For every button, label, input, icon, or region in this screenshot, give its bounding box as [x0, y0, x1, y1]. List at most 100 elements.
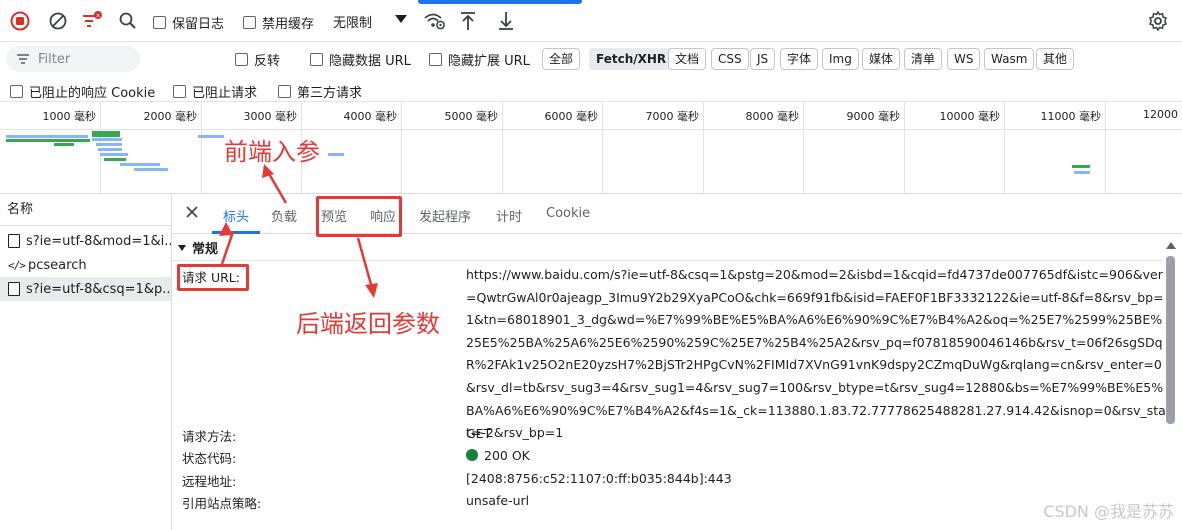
- throttle-select[interactable]: 无限制: [327, 9, 411, 33]
- filter-lines-icon: [17, 54, 29, 64]
- preserve-log-checkbox[interactable]: 保留日志: [153, 13, 224, 32]
- hide-data-url-checkbox[interactable]: 隐藏数据 URL: [310, 50, 411, 69]
- overview-tick-label: 2000 毫秒: [143, 110, 198, 123]
- invert-check[interactable]: [235, 53, 248, 66]
- preserve-log-check[interactable]: [153, 16, 166, 29]
- type-button-js[interactable]: JS: [750, 48, 776, 70]
- disable-cache-checkbox[interactable]: 禁用缓存: [243, 13, 314, 32]
- active-tab-indicator: [212, 231, 260, 234]
- overview-mark: [328, 153, 344, 156]
- request-row[interactable]: s?ie=utf-8&mod=1&i...: [0, 229, 171, 253]
- type-button-css[interactable]: CSS: [711, 48, 749, 70]
- overview-column: 5000 毫秒: [402, 102, 503, 193]
- overview-column: 6000 毫秒: [503, 102, 603, 193]
- general-section-title: 常规: [192, 242, 219, 257]
- request-details: 标头 负载 预览 响应 发起程序 计时 Cookie 常规 请求 URL: ht…: [172, 194, 1182, 530]
- disable-cache-check[interactable]: [243, 16, 256, 29]
- status-code: 200 OK: [466, 448, 530, 463]
- gear-icon[interactable]: [1146, 9, 1170, 33]
- request-list-header[interactable]: 名称: [0, 194, 171, 226]
- preserve-log-label: 保留日志: [172, 17, 225, 32]
- overview-tick-label: 12000: [1143, 108, 1178, 121]
- hide-ext-url-check[interactable]: [429, 53, 442, 66]
- third-party-label: 第三方请求: [297, 86, 363, 101]
- type-button-all[interactable]: 全部: [542, 48, 581, 70]
- scroll-up-icon[interactable]: [1166, 242, 1176, 249]
- blocked-cookies-check[interactable]: [10, 85, 23, 98]
- hide-data-url-check[interactable]: [310, 53, 323, 66]
- document-icon: [8, 282, 20, 296]
- details-scrollbar[interactable]: [1164, 238, 1178, 530]
- blocked-requests-checkbox[interactable]: 已阻止请求: [173, 82, 257, 101]
- filter-input[interactable]: Filter: [6, 46, 140, 72]
- overview-column: 8000 毫秒: [704, 102, 804, 193]
- annotation-front-params: 前端入参: [224, 138, 320, 166]
- tab-timing[interactable]: 计时: [496, 206, 522, 225]
- overview-column: 12000: [1106, 102, 1182, 193]
- filter-placeholder: Filter: [38, 51, 71, 67]
- import-har-icon[interactable]: [456, 9, 480, 33]
- filter-icon[interactable]: ×: [80, 9, 104, 33]
- options-toolbar: 已阻止的响应 Cookie 已阻止请求 第三方请求: [0, 76, 1182, 102]
- tab-cookies[interactable]: Cookie: [546, 206, 590, 221]
- type-button-other[interactable]: 其他: [1036, 48, 1075, 70]
- remote-address-key: 远程地址:: [182, 474, 237, 489]
- fetch-icon: </>: [8, 258, 26, 272]
- request-list: 名称 s?ie=utf-8&mod=1&i... </> pcsearch s?…: [0, 194, 172, 530]
- overview-tick-label: 8000 毫秒: [745, 110, 800, 123]
- active-panel-indicator: [418, 0, 582, 4]
- stop-recording-icon[interactable]: [8, 9, 32, 33]
- overview-mark: [92, 131, 120, 137]
- close-icon[interactable]: [184, 204, 200, 224]
- network-overview[interactable]: 1000 毫秒 2000 毫秒 3000 毫秒 4000 毫秒 5000 毫秒 …: [0, 102, 1182, 194]
- blocked-cookies-checkbox[interactable]: 已阻止的响应 Cookie: [10, 82, 155, 101]
- third-party-checkbox[interactable]: 第三方请求: [278, 82, 362, 101]
- type-button-fetch-xhr[interactable]: Fetch/XHR: [589, 48, 674, 70]
- overview-column: 1000 毫秒: [0, 102, 101, 193]
- type-button-ws[interactable]: WS: [947, 48, 981, 70]
- invert-label: 反转: [254, 54, 281, 69]
- blocked-requests-check[interactable]: [173, 85, 186, 98]
- network-conditions-icon[interactable]: [422, 9, 446, 33]
- request-name: s?ie=utf-8&csq=1&p...: [26, 281, 171, 297]
- request-row-selected[interactable]: s?ie=utf-8&csq=1&p...: [0, 277, 171, 301]
- document-icon: [8, 234, 20, 248]
- type-button-manifest[interactable]: 清单: [904, 48, 943, 70]
- hide-ext-url-label: 隐藏扩展 URL: [448, 54, 530, 69]
- scrollbar-thumb[interactable]: [1166, 256, 1175, 424]
- search-icon[interactable]: [116, 9, 140, 33]
- request-name: s?ie=utf-8&mod=1&i...: [26, 233, 171, 249]
- invert-checkbox[interactable]: 反转: [235, 50, 280, 69]
- overview-column: 10000 毫秒: [905, 102, 1005, 193]
- third-party-check[interactable]: [278, 85, 291, 98]
- request-row[interactable]: </> pcsearch: [0, 253, 171, 277]
- overview-tick-label: 6000 毫秒: [544, 110, 599, 123]
- overview-column: 11000 毫秒: [1005, 102, 1106, 193]
- overview-column: 9000 毫秒: [804, 102, 905, 193]
- tab-headers[interactable]: 标头: [223, 206, 249, 225]
- overview-mark: [1072, 165, 1090, 168]
- type-button-media[interactable]: 媒体: [862, 48, 901, 70]
- main-toolbar: × 保留日志 禁用缓存 无限制: [0, 0, 1182, 42]
- hide-ext-url-checkbox[interactable]: 隐藏扩展 URL: [429, 50, 530, 69]
- request-name: pcsearch: [28, 257, 87, 273]
- clear-icon[interactable]: [46, 9, 70, 33]
- tab-payload[interactable]: 负载: [271, 206, 297, 225]
- triangle-down-icon: [178, 244, 186, 251]
- type-button-img[interactable]: Img: [822, 48, 859, 70]
- request-method-value: GET: [466, 426, 492, 441]
- type-button-doc[interactable]: 文档: [668, 48, 707, 70]
- section-divider: [172, 260, 1162, 261]
- tab-initiator[interactable]: 发起程序: [419, 206, 471, 225]
- overview-mark: [92, 138, 122, 141]
- type-button-wasm[interactable]: Wasm: [984, 48, 1035, 70]
- annotation-box-preview-response: [316, 196, 402, 237]
- overview-tick-label: 9000 毫秒: [846, 110, 901, 123]
- general-section-header[interactable]: 常规: [178, 238, 218, 257]
- type-button-font[interactable]: 字体: [780, 48, 819, 70]
- overview-mark: [1074, 171, 1090, 174]
- status-dot-icon: [466, 449, 478, 461]
- export-har-icon[interactable]: [494, 9, 518, 33]
- remote-address-value: [2408:8756:c52:1107:0:ff:b035:844b]:443: [466, 471, 732, 486]
- overview-tick-label: 11000 毫秒: [1040, 110, 1102, 123]
